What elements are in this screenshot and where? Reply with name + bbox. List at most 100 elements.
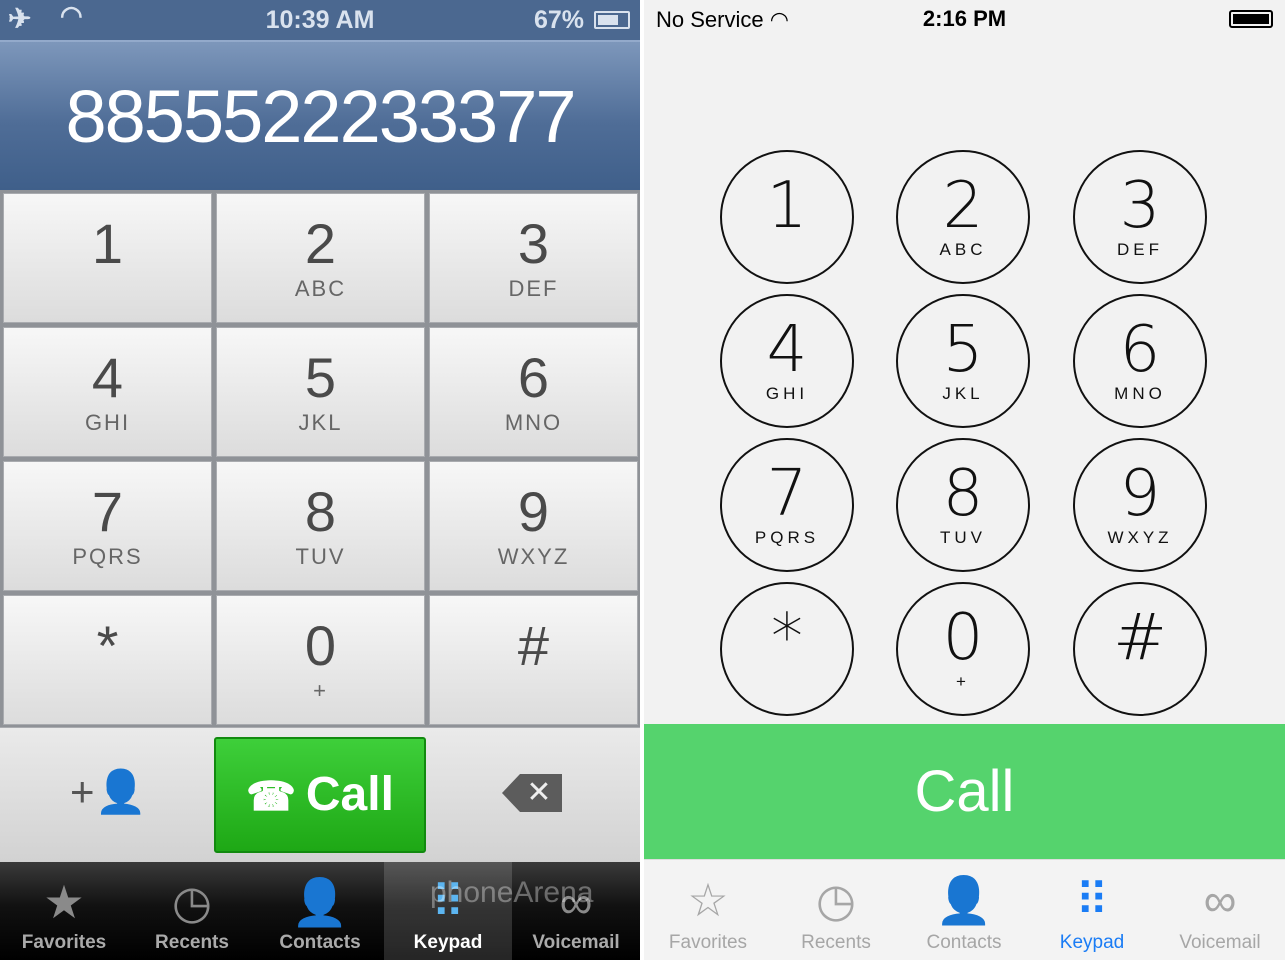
key-digit: 6 [517, 346, 550, 409]
key-digit: 2 [304, 212, 337, 275]
key-letters: TUV [295, 544, 346, 569]
key-digit: 9 [517, 480, 550, 543]
key-letters: DEF [508, 276, 559, 301]
recents-icon: ◷ [171, 876, 213, 928]
key-digit: 0 [942, 601, 984, 675]
key-letters: WXYZ [497, 544, 570, 569]
key-letters: DEF [1117, 240, 1163, 259]
voicemail-icon: ∞ [1203, 874, 1237, 926]
key-0[interactable]: 0 + [216, 595, 425, 725]
key-star[interactable]: * [720, 582, 854, 716]
key-6[interactable]: 6 MNO [429, 327, 638, 457]
tab-label: Favorites [21, 932, 107, 953]
key-star[interactable]: * [3, 595, 212, 725]
battery-icon [1229, 10, 1273, 28]
key-letters: JKL [298, 410, 343, 435]
key-hash[interactable]: # [1073, 582, 1207, 716]
key-digit: 4 [766, 313, 808, 387]
key-letters: PQRS [754, 528, 820, 547]
key-digit: 1 [766, 169, 808, 243]
tab-label: Voicemail [1179, 932, 1261, 953]
tab-contacts[interactable]: 👤 Contacts [900, 860, 1028, 961]
key-digit: # [1113, 601, 1167, 675]
favorites-icon: ☆ [687, 874, 729, 926]
key-7[interactable]: 7 PQRS [720, 438, 854, 572]
key-digit: 2 [942, 169, 984, 243]
key-letters: PQRS [72, 544, 143, 569]
key-5[interactable]: 5 JKL [216, 327, 425, 457]
key-digit: 7 [766, 457, 808, 531]
key-digit: 7 [91, 480, 124, 543]
call-button[interactable]: Call [644, 724, 1285, 859]
key-digit: 8 [942, 457, 984, 531]
tab-recents[interactable]: ◷ Recents [128, 862, 256, 960]
tab-label: Contacts [279, 932, 361, 953]
delete-button[interactable]: ✕ [502, 774, 562, 812]
status-bar: ✈ ◠ 10:39 AM 67% [0, 0, 640, 40]
key-letters: ABC [294, 276, 347, 301]
call-label: Call [305, 768, 394, 821]
key-letters: MNO [1114, 384, 1166, 403]
key-letters: WXYZ [1107, 528, 1173, 547]
key-digit: 6 [1119, 313, 1161, 387]
key-3[interactable]: 3 DEF [429, 193, 638, 323]
action-row: +👤 ☎ Call ✕ [0, 727, 640, 862]
key-letters: + [956, 672, 970, 691]
key-digit: 5 [304, 346, 337, 409]
key-digit: 0 [304, 614, 337, 677]
key-4[interactable]: 4 GHI [3, 327, 212, 457]
key-digit: * [771, 601, 803, 675]
key-7[interactable]: 7 PQRS [3, 461, 212, 591]
key-digit: 8 [304, 480, 337, 543]
key-6[interactable]: 6 MNO [1073, 294, 1207, 428]
key-9[interactable]: 9 WXYZ [429, 461, 638, 591]
key-digit: 3 [517, 212, 550, 275]
tab-label: Keypad [413, 932, 483, 953]
favorites-icon: ★ [43, 876, 85, 928]
tab-recents[interactable]: ◷ Recents [772, 860, 900, 961]
phone-icon: ☎ [246, 775, 296, 819]
key-0[interactable]: 0 + [896, 582, 1030, 716]
key-hash[interactable]: # [429, 595, 638, 725]
key-digit: * [96, 614, 119, 677]
ios7-phone-keypad: No Service ◠ 2:16 PM 1 2 ABC 3 DEF 4 GHI 5 JKL 6 M… [644, 0, 1285, 960]
watermark: phoneArena [430, 876, 594, 909]
key-letters: ABC [939, 240, 987, 259]
key-digit: # [517, 614, 550, 677]
key-letters: GHI [765, 384, 809, 403]
add-contact-button[interactable]: +👤 [70, 768, 147, 817]
dialed-number: 8855522233377 [0, 40, 640, 190]
tab-label: Voicemail [532, 932, 620, 953]
key-letters: MNO [504, 410, 563, 435]
key-8[interactable]: 8 TUV [216, 461, 425, 591]
key-9[interactable]: 9 WXYZ [1073, 438, 1207, 572]
key-letters: GHI [84, 410, 131, 435]
tab-voicemail[interactable]: ∞ Voicemail [1156, 860, 1284, 961]
key-digit: 1 [91, 212, 124, 275]
ios6-phone-keypad: ✈ ◠ 10:39 AM 67% 8855522233377 1 2 ABC 3 DEF… [0, 0, 640, 960]
key-letters: TUV [940, 528, 986, 547]
key-digit: 9 [1119, 457, 1161, 531]
key-8[interactable]: 8 TUV [896, 438, 1030, 572]
recents-icon: ◷ [815, 874, 857, 926]
key-2[interactable]: 2 ABC [216, 193, 425, 323]
key-1[interactable]: 1 [3, 193, 212, 323]
status-time: 2:16 PM [922, 6, 1007, 31]
tab-label: Recents [801, 932, 871, 953]
keypad-icon: ⠿ [1075, 874, 1109, 926]
key-digit: 3 [1119, 169, 1161, 243]
tab-label: Contacts [926, 932, 1002, 953]
key-3[interactable]: 3 DEF [1073, 150, 1207, 284]
tab-label: Recents [155, 932, 229, 953]
key-2[interactable]: 2 ABC [896, 150, 1030, 284]
key-letters: + [313, 678, 328, 703]
tab-label: Favorites [668, 932, 748, 953]
tab-contacts[interactable]: 👤 Contacts [256, 862, 384, 960]
tab-favorites[interactable]: ★ Favorites [0, 862, 128, 960]
tab-keypad[interactable]: ⠿ Keypad [1028, 860, 1156, 961]
key-4[interactable]: 4 GHI [720, 294, 854, 428]
key-5[interactable]: 5 JKL [896, 294, 1030, 428]
key-1[interactable]: 1 [720, 150, 854, 284]
tab-favorites[interactable]: ☆ Favorites [644, 860, 772, 961]
call-button[interactable]: ☎ Call [214, 737, 426, 853]
